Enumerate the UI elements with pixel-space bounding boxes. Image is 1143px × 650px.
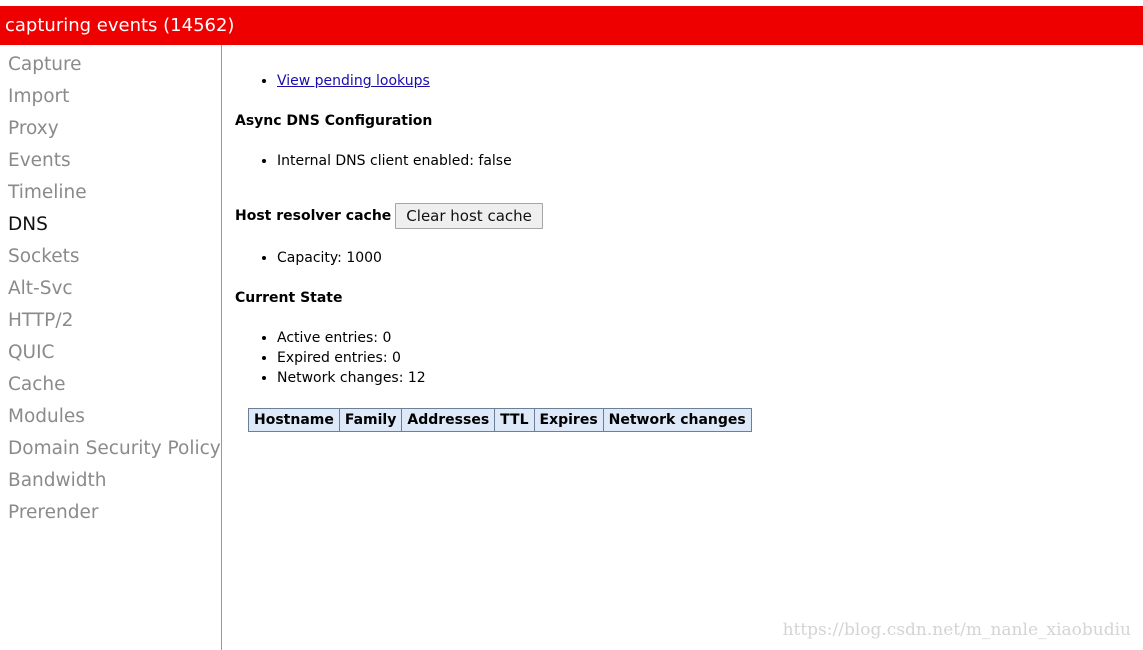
current-state-list: Active entries: 0 Expired entries: 0 Net… (235, 328, 1143, 388)
dns-view: View pending lookups Async DNS Configura… (235, 45, 1143, 650)
table-header-row: Hostname Family Addresses TTL Expires Ne… (248, 408, 752, 432)
sidebar-item-quic[interactable]: QUIC (0, 337, 221, 369)
host-resolver-cache-row: Host resolver cache Clear host cache (235, 203, 1143, 229)
expired-entries-value: Expired entries: 0 (277, 348, 1143, 368)
sidebar-item-proxy[interactable]: Proxy (0, 113, 221, 145)
sidebar-item-alt-svc[interactable]: Alt-Svc (0, 273, 221, 305)
column-header-addresses: Addresses (401, 408, 496, 432)
sidebar-item-cache[interactable]: Cache (0, 369, 221, 401)
async-dns-list: Internal DNS client enabled: false (235, 151, 1143, 171)
column-header-network-changes: Network changes (602, 408, 752, 432)
host-resolver-cache-heading: Host resolver cache (235, 208, 392, 224)
sidebar-tab-list: Capture Import Proxy Events Timeline DNS… (0, 45, 221, 529)
sidebar-item-domain-security-policy[interactable]: Domain Security Policy (0, 433, 221, 465)
network-changes-value: Network changes: 12 (277, 368, 1143, 388)
sidebar-item-timeline[interactable]: Timeline (0, 177, 221, 209)
cache-info-list: Capacity: 1000 (235, 248, 1143, 268)
sidebar-item-events[interactable]: Events (0, 145, 221, 177)
sidebar-item-modules[interactable]: Modules (0, 401, 221, 433)
column-header-hostname: Hostname (248, 408, 340, 432)
sidebar-item-dns[interactable]: DNS (0, 209, 221, 241)
list-item: View pending lookups (277, 71, 1143, 91)
sidebar-item-capture[interactable]: Capture (0, 49, 221, 81)
internal-dns-status: Internal DNS client enabled: false (277, 151, 1143, 171)
sidebar-item-http2[interactable]: HTTP/2 (0, 305, 221, 337)
active-entries-value: Active entries: 0 (277, 328, 1143, 348)
page-layout: Capture Import Proxy Events Timeline DNS… (0, 45, 1143, 650)
clear-host-cache-button[interactable]: Clear host cache (395, 203, 543, 229)
sidebar-item-sockets[interactable]: Sockets (0, 241, 221, 273)
current-state-heading: Current State (235, 290, 343, 306)
column-header-ttl: TTL (494, 408, 535, 432)
view-pending-lookups-link[interactable]: View pending lookups (277, 73, 430, 89)
host-cache-table: Hostname Family Addresses TTL Expires Ne… (248, 408, 752, 432)
status-title-text: capturing events (14562) (5, 15, 235, 36)
status-title-bar: capturing events (14562) (0, 6, 1143, 45)
sidebar-item-prerender[interactable]: Prerender (0, 497, 221, 529)
column-header-family: Family (338, 408, 403, 432)
sidebar-item-import[interactable]: Import (0, 81, 221, 113)
async-dns-heading: Async DNS Configuration (235, 113, 433, 129)
column-header-expires: Expires (533, 408, 604, 432)
watermark-text: https://blog.csdn.net/m_nanle_xiaobudiu (782, 620, 1131, 640)
sidebar: Capture Import Proxy Events Timeline DNS… (0, 45, 222, 650)
sidebar-item-bandwidth[interactable]: Bandwidth (0, 465, 221, 497)
pending-lookups-list: View pending lookups (235, 71, 1143, 91)
capacity-value: Capacity: 1000 (277, 248, 1143, 268)
